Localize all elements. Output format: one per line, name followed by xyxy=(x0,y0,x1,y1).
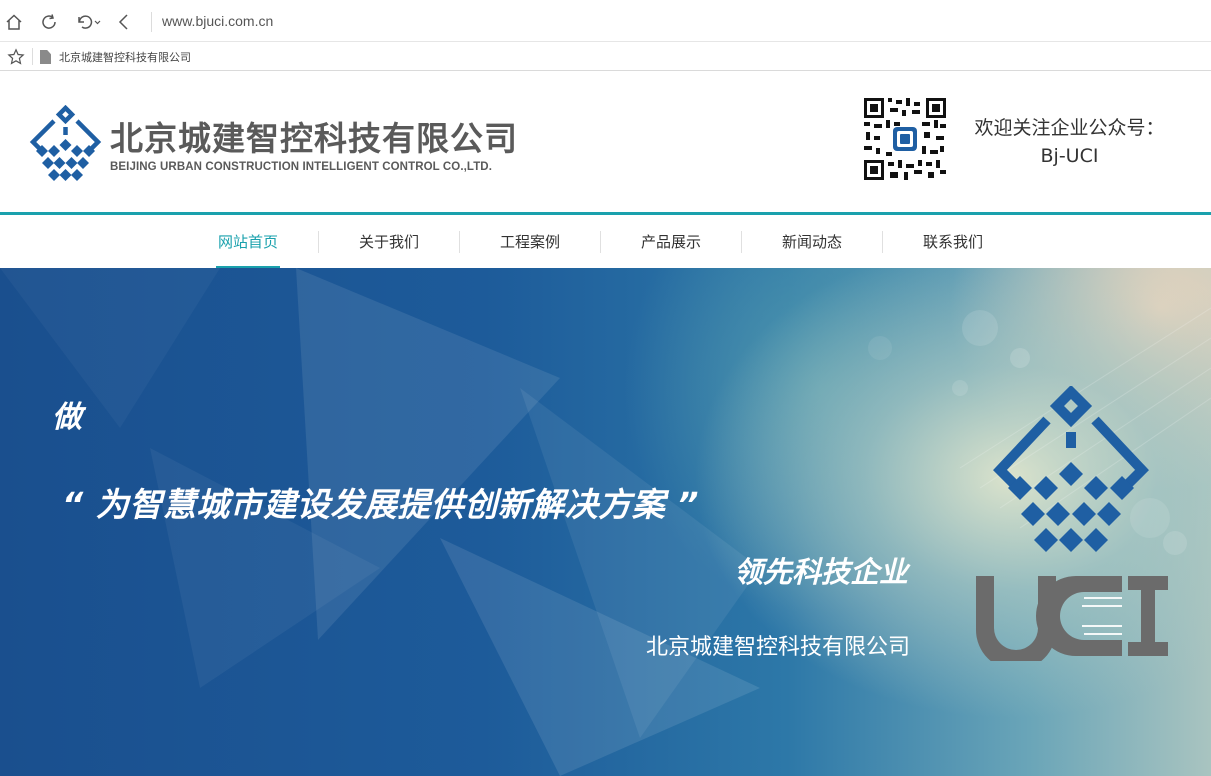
home-icon[interactable] xyxy=(4,12,24,32)
nav-divider xyxy=(459,231,460,253)
toolbar-divider xyxy=(151,12,152,32)
bookmark-label: 北京城建智控科技有限公司 xyxy=(59,51,191,64)
bookmark-item[interactable]: 北京城建智控科技有限公司 xyxy=(40,49,191,65)
nav-item-cases[interactable]: 工程案例 xyxy=(498,215,562,268)
bookmarks-bar: 北京城建智控科技有限公司 xyxy=(0,43,1211,71)
nav-divider xyxy=(741,231,742,253)
nav-divider xyxy=(318,231,319,253)
star-icon[interactable] xyxy=(7,48,25,66)
banner-slogan-lead: 做 xyxy=(52,400,82,435)
nav-item-news[interactable]: 新闻动态 xyxy=(780,215,844,268)
banner-slogan-main: “ 为智慧城市建设发展提供创新解决方案 ” xyxy=(62,485,699,524)
main-nav: 网站首页 关于我们 工程案例 产品展示 新闻动态 联系我们 xyxy=(0,215,1211,268)
address-bar[interactable]: www.bjuci.com.cn xyxy=(162,13,273,29)
nav-item-contact[interactable]: 联系我们 xyxy=(921,215,985,268)
uci-brand-logo-icon xyxy=(976,386,1168,661)
wechat-id: Bj-UCI xyxy=(1040,145,1099,167)
nav-item-products[interactable]: 产品展示 xyxy=(639,215,703,268)
qr-code-icon xyxy=(862,96,948,182)
bookmarks-divider xyxy=(32,48,33,65)
site-header: 北京城建智控科技有限公司 BEIJING URBAN CONSTRUCTION … xyxy=(0,72,1211,213)
company-name-cn: 北京城建智控科技有限公司 xyxy=(110,119,518,158)
nav-divider xyxy=(600,231,601,253)
page-icon xyxy=(40,50,51,64)
refresh-icon[interactable] xyxy=(39,12,59,32)
banner-company-name: 北京城建智控科技有限公司 xyxy=(645,635,910,660)
browser-toolbar: www.bjuci.com.cn xyxy=(0,0,1211,42)
nav-item-home[interactable]: 网站首页 xyxy=(216,215,280,268)
nav-divider xyxy=(882,231,883,253)
banner-slogan-sub: 领先科技企业 xyxy=(733,555,908,589)
hero-banner[interactable]: 做 “ 为智慧城市建设发展提供创新解决方案 ” 领先科技企业 北京城建智控科技有… xyxy=(0,268,1211,776)
wechat-follow-text: 欢迎关注企业公众号： Bj-UCI xyxy=(962,114,1177,170)
company-logo-icon[interactable] xyxy=(28,105,103,183)
follow-label: 欢迎关注企业公众号： xyxy=(974,117,1165,139)
undo-history-icon[interactable] xyxy=(74,12,104,32)
back-icon[interactable] xyxy=(114,12,134,32)
nav-item-about[interactable]: 关于我们 xyxy=(357,215,421,268)
company-name-en: BEIJING URBAN CONSTRUCTION INTELLIGENT C… xyxy=(110,161,493,173)
